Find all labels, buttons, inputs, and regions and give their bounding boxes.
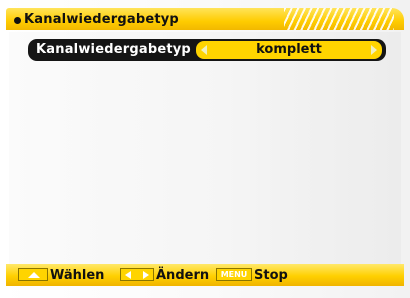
hint-stop-label: Stop bbox=[254, 268, 288, 283]
up-down-key-icon bbox=[18, 268, 48, 281]
decorative-stripes bbox=[284, 8, 394, 30]
help-bar: Wählen Ändern MENU Stop bbox=[6, 264, 404, 286]
setting-label: Kanalwiedergabetyp bbox=[36, 42, 191, 57]
hint-select-label: Wählen bbox=[50, 268, 105, 283]
left-right-key-icon bbox=[120, 268, 154, 281]
setting-value: komplett bbox=[256, 42, 322, 57]
arrow-right-icon[interactable] bbox=[371, 45, 377, 55]
menu-key-label: MENU bbox=[220, 270, 248, 279]
tv-menu-screen: Kanalwiedergabetyp Kanalwiedergabetyp ko… bbox=[0, 0, 410, 298]
setting-row-channel-display-type[interactable]: Kanalwiedergabetyp komplett bbox=[28, 39, 386, 61]
title-bar: Kanalwiedergabetyp bbox=[6, 8, 404, 30]
bullet-dot-icon bbox=[14, 17, 21, 24]
setting-value-selector[interactable]: komplett bbox=[196, 41, 382, 59]
settings-panel bbox=[9, 32, 401, 264]
hint-change-label: Ändern bbox=[156, 268, 210, 283]
page-title: Kanalwiedergabetyp bbox=[24, 12, 179, 27]
menu-key-icon: MENU bbox=[216, 268, 252, 281]
